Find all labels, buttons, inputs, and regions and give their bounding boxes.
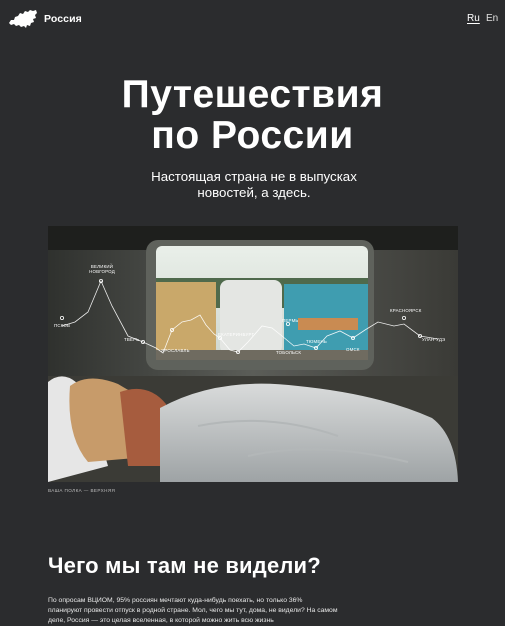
route-label-yaroslavl: Ярославль <box>161 348 190 353</box>
hero-subtitle-line2: новостей, а здесь. <box>197 185 311 200</box>
hero-subtitle-line1: Настоящая страна не в выпусках <box>151 169 357 184</box>
route-label-omsk: Омск <box>346 347 360 352</box>
hero-photo: Псков Великий Новгород Тверь Ярославль Е… <box>48 226 458 482</box>
photo-caption: Ваша полка — верхняя <box>48 488 116 493</box>
route-label-tyumen: Тюмень <box>306 339 327 344</box>
route-label-tver: Тверь <box>124 337 140 342</box>
route-label-perm: Пермь <box>282 318 299 323</box>
hero-title: Путешествия по России <box>0 74 505 156</box>
top-bar: Россия Ru En <box>0 0 505 40</box>
route-label-ekaterinburg: Екатеринбург <box>218 332 255 337</box>
brand-name[interactable]: Россия <box>44 13 82 25</box>
route-label-novgorod: Великий Новгород <box>89 264 115 274</box>
lang-ru-link[interactable]: Ru <box>467 13 480 24</box>
route-label-ulan-ude: Улан-Удэ <box>422 337 446 342</box>
route-label-pskov: Псков <box>54 323 71 328</box>
section-title: Чего мы там не видели? <box>48 553 321 578</box>
lang-en-link[interactable]: En <box>486 13 498 24</box>
hero-subtitle: Настоящая страна не в выпусках новостей,… <box>140 169 368 201</box>
route-label-tobolsk: Тобольск <box>276 350 302 355</box>
hero-title-line2: по России <box>151 114 354 157</box>
hero-title-line1: Путешествия <box>121 73 384 116</box>
russia-map-icon[interactable] <box>8 8 38 30</box>
section-body: По опросам ВЦИОМ, 95% россиян мечтают ку… <box>48 597 338 624</box>
route-label-krasnoyarsk: Красноярск <box>390 308 422 313</box>
